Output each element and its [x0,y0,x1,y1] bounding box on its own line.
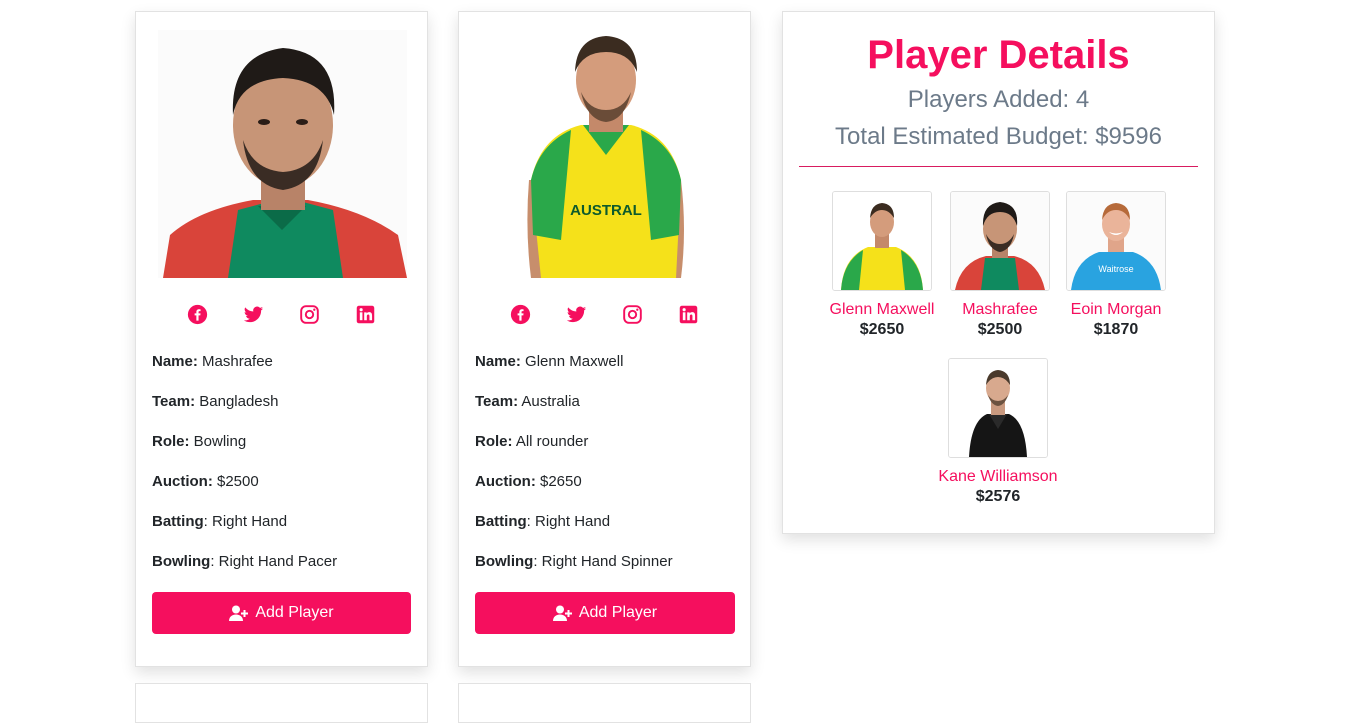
player-auction: $2500 [217,473,259,490]
twitter-icon[interactable] [243,304,264,325]
selected-player-price: $1870 [1093,321,1139,338]
player-role: Bowling [193,433,247,450]
add-player-label: Add Player [578,604,658,621]
player-card-next [458,683,751,723]
selected-player-photo: Waitrose [1066,191,1166,291]
player-card-mashrafee: Name: Mashrafee Team: Bangladesh Role: B… [135,11,428,667]
user-plus-icon [229,605,249,621]
player-role-row: Role: Bowling [152,433,247,450]
player-bowling: : Right Hand Spinner [533,553,673,570]
selected-player-name: Kane Williamson [938,468,1058,485]
player-team-row: Team: Australia [475,393,580,410]
selected-player-photo [948,358,1048,458]
add-player-button[interactable]: Add Player [152,592,411,634]
player-card-next [135,683,428,723]
player-name: Glenn Maxwell [525,353,624,370]
player-role: All rounder [515,433,589,450]
player-name-row: Name: Mashrafee [152,353,273,370]
facebook-icon[interactable] [510,304,531,325]
total-budget: Total Estimated Budget: $9596 [835,123,1162,150]
player-photo [158,30,407,278]
selected-player-price: $2650 [859,321,905,338]
player-bowling-row: Bowling: Right Hand Spinner [475,553,673,570]
selected-player-price: $2576 [975,488,1021,505]
player-batting: : Right Hand [526,513,611,530]
player-card-glenn-maxwell: AUSTRAL Name: Glenn Maxwell Team: Austra… [458,11,751,667]
selected-player-photo [950,191,1050,291]
selected-player-photo [832,191,932,291]
selected-player: Mashrafee $2500 [950,191,1050,339]
player-bowling: : Right Hand Pacer [210,553,338,570]
linkedin-icon[interactable] [678,304,699,325]
user-plus-icon [552,605,572,621]
player-role-row: Role: All rounder [475,433,589,450]
players-added-count: Players Added: 4 [907,86,1090,113]
selected-player: Waitrose Eoin Morgan $1870 [1066,191,1166,339]
svg-text:AUSTRAL: AUSTRAL [570,202,642,219]
player-team-row: Team: Bangladesh [152,393,279,410]
player-bowling-row: Bowling: Right Hand Pacer [152,553,338,570]
player-name: Mashrafee [202,353,273,370]
selected-player: Kane Williamson $2576 [938,358,1058,506]
player-team: Australia [521,393,580,410]
selected-player: Glenn Maxwell $2650 [830,191,934,339]
player-photo: AUSTRAL [481,30,730,278]
twitter-icon[interactable] [566,304,587,325]
player-info: Name: Mashrafee Team: Bangladesh Role: B… [152,352,414,592]
selected-player-name: Eoin Morgan [1070,301,1162,318]
add-player-label: Add Player [255,604,334,621]
player-batting-row: Batting: Right Hand [475,513,611,530]
add-player-button[interactable]: Add Player [475,592,735,634]
facebook-icon[interactable] [187,304,208,325]
player-team: Bangladesh [199,393,279,410]
selected-player-price: $2500 [977,321,1023,338]
linkedin-icon[interactable] [355,304,376,325]
player-batting-row: Batting: Right Hand [152,513,288,530]
details-title: Player Details [867,33,1130,77]
instagram-icon[interactable] [622,304,643,325]
divider [799,166,1198,167]
player-batting: : Right Hand [203,513,288,530]
player-auction: $2650 [540,473,582,490]
player-name-row: Name: Glenn Maxwell [475,353,624,370]
player-info: Name: Glenn Maxwell Team: Australia Role… [475,352,737,592]
player-details-panel: Player Details Players Added: 4 Total Es… [782,11,1215,534]
social-links [136,304,427,328]
social-links [459,304,750,328]
player-auction-row: Auction: $2650 [475,473,582,490]
svg-text:Waitrose: Waitrose [1098,264,1133,274]
player-auction-row: Auction: $2500 [152,473,259,490]
instagram-icon[interactable] [299,304,320,325]
